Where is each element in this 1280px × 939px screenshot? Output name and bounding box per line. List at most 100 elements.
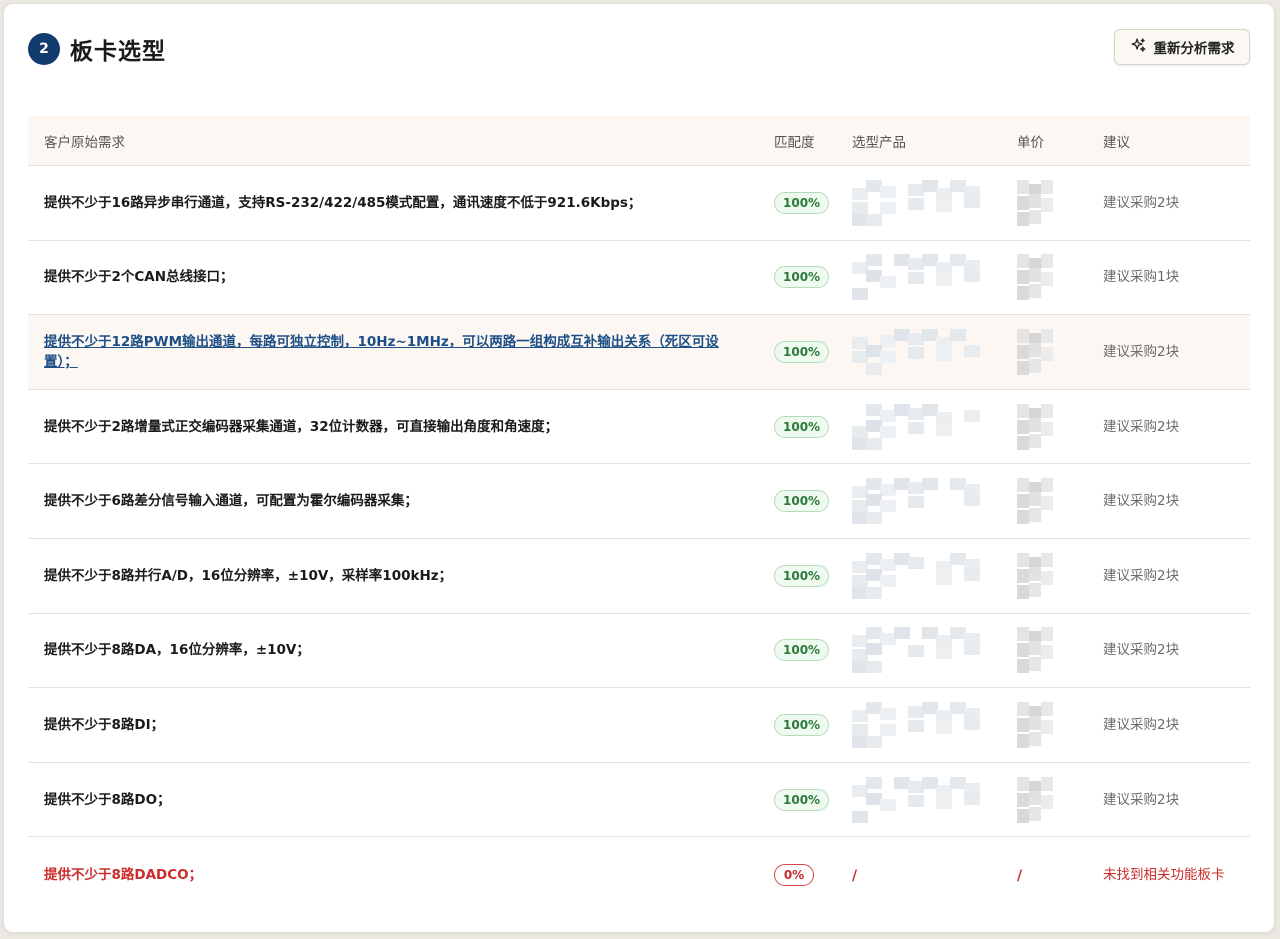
product-cell[interactable] — [840, 254, 1007, 301]
table-row: 提供不少于8路DA，16位分辨率，±10V； 100% 建议采购2块 — [28, 614, 1250, 689]
price-cell — [1007, 552, 1091, 599]
suggestion-text: 建议采购1块 — [1103, 269, 1180, 286]
match-cell: 100% — [756, 490, 840, 513]
sparkle-icon — [1130, 37, 1147, 58]
suggestion-text: 建议采购2块 — [1103, 642, 1180, 659]
price-empty: / — [1017, 868, 1023, 885]
match-cell: 0% — [756, 863, 840, 886]
match-cell: 100% — [756, 713, 840, 736]
requirement-cell: 提供不少于6路差分信号输入通道，可配置为霍尔编码器采集； — [28, 491, 756, 511]
product-cell[interactable] — [840, 552, 1007, 599]
requirement-text: 提供不少于16路异步串行通道，支持RS-232/422/485模式配置，通讯速度… — [44, 194, 642, 211]
product-cell[interactable] — [840, 403, 1007, 450]
product-cell[interactable] — [840, 627, 1007, 674]
requirement-text: 提供不少于2路增量式正交编码器采集通道，32位计数器，可直接输出角度和角速度； — [44, 418, 559, 435]
requirement-text: 提供不少于2个CAN总线接口； — [44, 269, 234, 286]
match-badge: 100% — [774, 415, 830, 438]
requirement-cell: 提供不少于2个CAN总线接口； — [28, 267, 756, 287]
match-cell: 100% — [756, 415, 840, 438]
suggestion-cell: 建议采购2块 — [1091, 193, 1250, 213]
match-badge: 100% — [774, 191, 830, 214]
blurred-product-name — [852, 552, 982, 599]
selection-table: 客户原始需求 匹配度 选型产品 单价 建议 提供不少于16路异步串行通道，支持R… — [28, 116, 1250, 912]
table-row: 提供不少于8路DO； 100% 建议采购2块 — [28, 763, 1250, 838]
table-row: 提供不少于2路增量式正交编码器采集通道，32位计数器，可直接输出角度和角速度； 1… — [28, 390, 1250, 465]
reanalyze-button[interactable]: 重新分析需求 — [1114, 29, 1250, 65]
match-cell: 100% — [756, 639, 840, 662]
col-header-price: 单价 — [1017, 134, 1044, 151]
match-cell: 100% — [756, 191, 840, 214]
blurred-price — [1017, 328, 1061, 375]
price-cell — [1007, 179, 1091, 226]
suggestion-text: 建议采购2块 — [1103, 493, 1180, 510]
blurred-price — [1017, 627, 1061, 674]
price-cell — [1007, 776, 1091, 823]
blurred-price — [1017, 776, 1061, 823]
table-body: 提供不少于16路异步串行通道，支持RS-232/422/485模式配置，通讯速度… — [28, 166, 1250, 912]
col-header-product: 选型产品 — [852, 134, 906, 151]
blurred-product-name — [852, 328, 982, 375]
suggestion-cell: 建议采购2块 — [1091, 790, 1250, 810]
suggestion-cell: 建议采购2块 — [1091, 342, 1250, 362]
section-title: 板卡选型 — [70, 39, 166, 65]
requirement-text: 提供不少于8路DA，16位分辨率，±10V； — [44, 642, 310, 659]
blurred-price — [1017, 552, 1061, 599]
blurred-product-name — [852, 478, 982, 525]
suggestion-cell: 未找到相关功能板卡 — [1091, 865, 1250, 885]
blurred-price — [1017, 403, 1061, 450]
match-cell: 100% — [756, 564, 840, 587]
col-header-match: 匹配度 — [774, 134, 815, 151]
blurred-price — [1017, 254, 1061, 301]
suggestion-text: 建议采购2块 — [1103, 716, 1180, 733]
table-row: 提供不少于12路PWM输出通道，每路可独立控制，10Hz~1MHz，可以两路一组… — [28, 315, 1250, 390]
product-cell[interactable] — [840, 776, 1007, 823]
suggestion-cell: 建议采购2块 — [1091, 715, 1250, 735]
col-header-suggestion: 建议 — [1103, 134, 1130, 151]
price-cell: / — [1007, 865, 1091, 884]
board-selection-card: 2 板卡选型 重新分析需求 客户原始需求 匹配度 选型产品 单价 建议 提供不少… — [3, 3, 1275, 933]
suggestion-cell: 建议采购2块 — [1091, 491, 1250, 511]
requirement-link[interactable]: 提供不少于12路PWM输出通道，每路可独立控制，10Hz~1MHz，可以两路一组… — [44, 332, 736, 372]
blurred-product-name — [852, 254, 982, 301]
requirement-cell: 提供不少于8路DI； — [28, 715, 756, 735]
suggestion-text: 建议采购2块 — [1103, 343, 1180, 360]
match-badge: 100% — [774, 490, 830, 513]
match-cell: 100% — [756, 266, 840, 289]
match-badge: 100% — [774, 564, 830, 587]
product-empty: / — [852, 868, 858, 885]
match-badge: 100% — [774, 266, 830, 289]
suggestion-cell: 建议采购2块 — [1091, 640, 1250, 660]
suggestion-cell: 建议采购2块 — [1091, 417, 1250, 437]
suggestion-text: 建议采购2块 — [1103, 791, 1180, 808]
requirement-cell: 提供不少于12路PWM输出通道，每路可独立控制，10Hz~1MHz，可以两路一组… — [28, 332, 756, 372]
suggestion-text: 建议采购2块 — [1103, 567, 1180, 584]
suggestion-text: 未找到相关功能板卡 — [1103, 866, 1225, 883]
reanalyze-label: 重新分析需求 — [1153, 41, 1235, 57]
price-cell — [1007, 403, 1091, 450]
requirement-cell: 提供不少于16路异步串行通道，支持RS-232/422/485模式配置，通讯速度… — [28, 193, 756, 213]
table-row: 提供不少于8路DI； 100% 建议采购2块 — [28, 688, 1250, 763]
blurred-product-name — [852, 179, 982, 226]
product-cell[interactable] — [840, 179, 1007, 226]
requirement-cell: 提供不少于8路DO； — [28, 790, 756, 810]
price-cell — [1007, 478, 1091, 525]
blurred-product-name — [852, 627, 982, 674]
product-cell[interactable] — [840, 701, 1007, 748]
requirement-cell: 提供不少于2路增量式正交编码器采集通道，32位计数器，可直接输出角度和角速度； — [28, 417, 756, 437]
suggestion-text: 建议采购2块 — [1103, 418, 1180, 435]
match-badge: 100% — [774, 713, 830, 736]
blurred-price — [1017, 179, 1061, 226]
section-header: 2 板卡选型 — [28, 32, 166, 66]
suggestion-cell: 建议采购1块 — [1091, 267, 1250, 287]
price-cell — [1007, 627, 1091, 674]
suggestion-cell: 建议采购2块 — [1091, 566, 1250, 586]
requirement-cell: 提供不少于8路并行A/D，16位分辨率，±10V，采样率100kHz； — [28, 566, 756, 586]
match-cell: 100% — [756, 788, 840, 811]
requirement-text: 提供不少于8路并行A/D，16位分辨率，±10V，采样率100kHz； — [44, 567, 453, 584]
match-badge: 0% — [774, 863, 814, 886]
blurred-product-name — [852, 776, 982, 823]
requirement-cell: 提供不少于8路DADCO； — [28, 865, 756, 885]
product-cell[interactable] — [840, 328, 1007, 375]
product-cell[interactable] — [840, 478, 1007, 525]
requirement-cell: 提供不少于8路DA，16位分辨率，±10V； — [28, 640, 756, 660]
